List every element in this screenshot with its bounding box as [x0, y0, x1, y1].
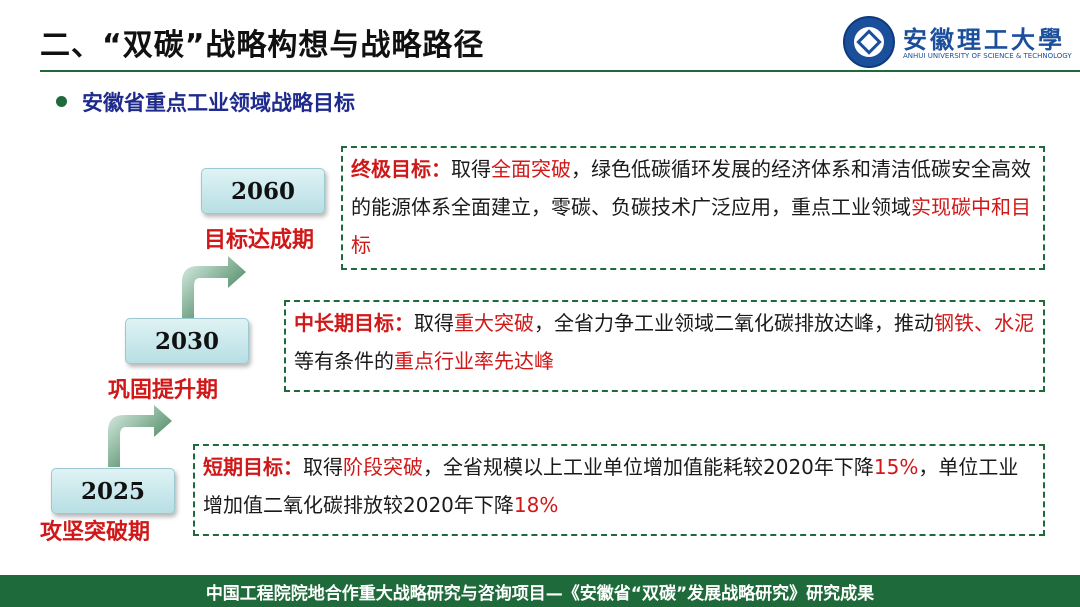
year-badge-2030: 2030 [125, 318, 249, 364]
goal-label-2025: 短期目标： [203, 455, 303, 479]
goal-box-2030: 中长期目标：取得重大突破，全省力争工业领域二氧化碳排放达峰，推动钢铁、水泥等有条… [284, 300, 1045, 392]
goal-text: 取得 [451, 157, 491, 181]
goal-highlight: 钢铁、水泥 [934, 311, 1034, 335]
phase-label-2060: 目标达成期 [204, 228, 315, 253]
university-logo: 安徽理工大學 ANHUI UNIVERSITY OF SCIENCE & TEC… [843, 14, 1072, 70]
goal-label-2060: 终极目标： [351, 157, 451, 181]
phase-label-2030: 巩固提升期 [108, 378, 219, 403]
step-arrow-lower-icon [108, 405, 172, 467]
goal-label-2030: 中长期目标： [294, 311, 414, 335]
goal-highlight: 重大突破 [454, 311, 534, 335]
goal-highlight: 15% [873, 455, 919, 479]
bullet-icon [56, 96, 67, 107]
goal-box-2025: 短期目标：取得阶段突破，全省规模以上工业单位增加值能耗较2020年下降15%，单… [193, 444, 1045, 536]
university-name-en: ANHUI UNIVERSITY OF SCIENCE & TECHNOLOGY [903, 52, 1072, 60]
step-arrow-upper-icon [182, 256, 246, 318]
goal-text: 等有条件的 [294, 349, 394, 373]
goal-highlight: 重点行业率先达峰 [394, 349, 554, 373]
goal-highlight: 阶段突破 [343, 455, 423, 479]
goal-text: 取得 [414, 311, 454, 335]
year-badge-2060: 2060 [201, 168, 325, 214]
goal-text: ，全省规模以上工业单位增加值能耗较2020年下降 [423, 455, 874, 479]
goal-highlight: 18% [513, 493, 559, 517]
section-title: 安徽省重点工业领域战略目标 [82, 91, 355, 115]
goal-text: 取得 [303, 455, 343, 479]
goal-highlight: 全面突破 [491, 157, 571, 181]
page-title: 二、“双碳”战略构想与战略路径 [40, 28, 485, 63]
year-badge-2025: 2025 [51, 468, 175, 514]
goal-text: ，全省力争工业领域二氧化碳排放达峰，推动 [534, 311, 934, 335]
university-seal-icon [843, 16, 895, 68]
header-divider [40, 70, 1080, 72]
footer-banner: 中国工程院院地合作重大战略研究与咨询项目—《安徽省“双碳”发展战略研究》研究成果 [0, 575, 1080, 607]
phase-label-2025: 攻坚突破期 [40, 520, 151, 545]
footer-text: 中国工程院院地合作重大战略研究与咨询项目—《安徽省“双碳”发展战略研究》研究成果 [205, 583, 875, 604]
goal-box-2060: 终极目标：取得全面突破，绿色低碳循环发展的经济体系和清洁低碳安全高效的能源体系全… [341, 146, 1045, 270]
university-name: 安徽理工大學 [903, 25, 1065, 54]
